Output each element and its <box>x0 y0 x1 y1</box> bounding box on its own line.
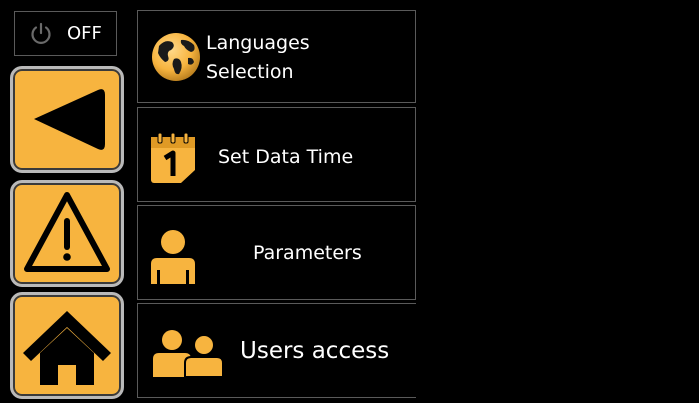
power-label: OFF <box>67 23 102 44</box>
languages-label-line1: Languages <box>206 32 310 54</box>
user-icon <box>151 230 195 284</box>
back-button[interactable] <box>10 66 124 173</box>
home-button[interactable] <box>10 292 124 399</box>
power-icon <box>31 22 51 44</box>
set-data-time-label: Set Data Time <box>218 146 354 168</box>
warning-icon <box>24 192 110 272</box>
users-icon <box>153 330 224 377</box>
calendar-icon <box>151 132 195 183</box>
power-off-button[interactable]: OFF <box>14 11 117 56</box>
users-access-button[interactable]: Users access <box>137 303 416 398</box>
set-data-time-button[interactable]: Set Data Time <box>137 107 416 202</box>
languages-label-line2: Selection <box>206 61 294 83</box>
globe-icon <box>152 33 200 81</box>
back-arrow-icon <box>34 89 105 150</box>
parameters-label: Parameters <box>253 242 362 264</box>
parameters-button[interactable]: Parameters <box>137 205 416 300</box>
languages-selection-button[interactable]: Languages Selection <box>137 10 416 103</box>
users-access-label: Users access <box>240 338 390 364</box>
warning-button[interactable] <box>10 180 124 287</box>
home-icon <box>23 311 111 385</box>
